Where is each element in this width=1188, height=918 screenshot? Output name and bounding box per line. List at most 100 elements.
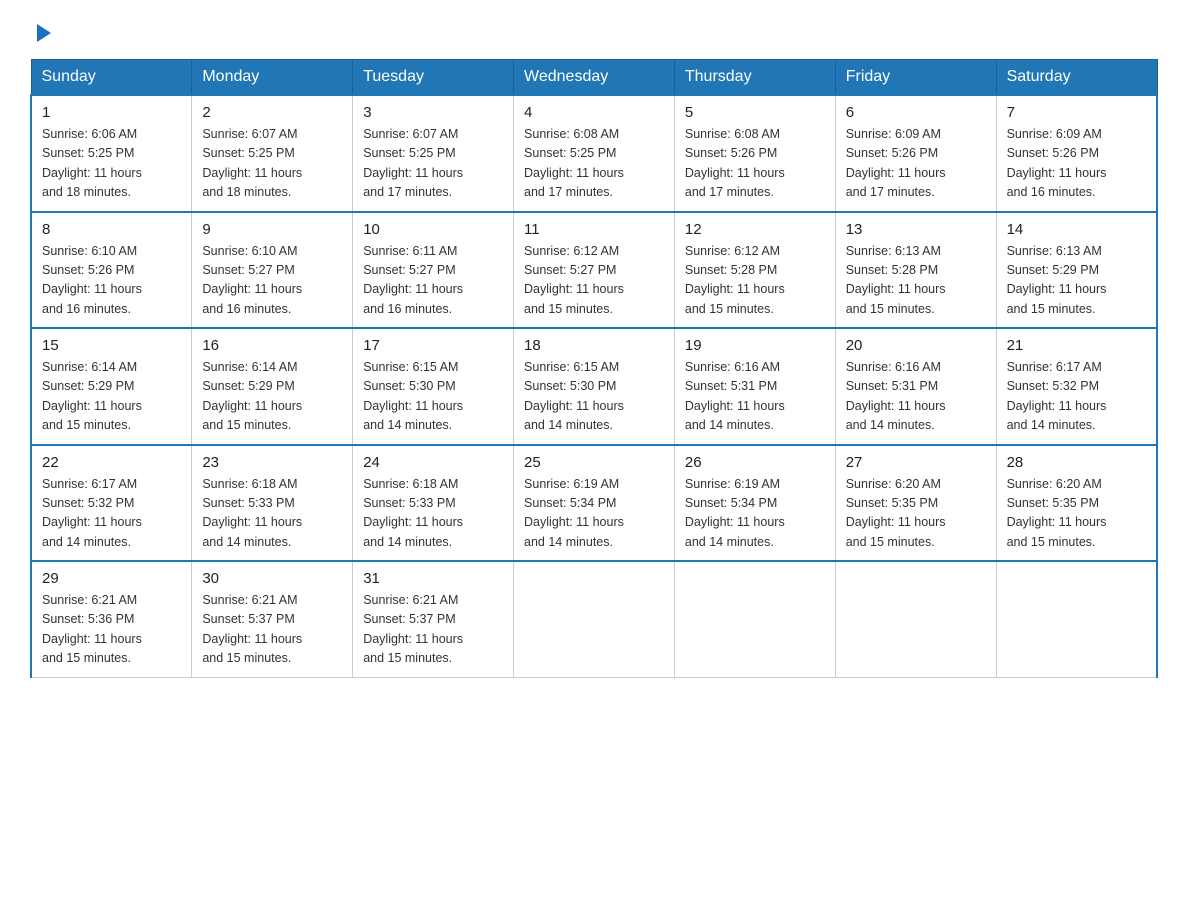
day-cell: 30 Sunrise: 6:21 AMSunset: 5:37 PMDayligh… [192, 561, 353, 677]
day-info: Sunrise: 6:13 AMSunset: 5:28 PMDaylight:… [846, 242, 986, 320]
day-info: Sunrise: 6:19 AMSunset: 5:34 PMDaylight:… [685, 475, 825, 553]
day-cell [514, 561, 675, 677]
week-row-5: 29Sunrise: 6:21 AMSunset: 5:36 PMDayligh… [31, 561, 1157, 677]
day-cell: 12 Sunrise: 6:12 AMSunset: 5:28 PMDayligh… [674, 212, 835, 329]
week-row-2: 8 Sunrise: 6:10 AMSunset: 5:26 PMDaylight… [31, 212, 1157, 329]
day-cell: 2 Sunrise: 6:07 AMSunset: 5:25 PMDaylight… [192, 95, 353, 212]
day-number: 8 [42, 221, 181, 238]
day-number: 9 [202, 221, 342, 238]
day-cell: 21 Sunrise: 6:17 AMSunset: 5:32 PMDayligh… [996, 328, 1157, 445]
day-number: 23 [202, 454, 342, 471]
day-cell: 19 Sunrise: 6:16 AMSunset: 5:31 PMDayligh… [674, 328, 835, 445]
day-cell: 17 Sunrise: 6:15 AMSunset: 5:30 PMDayligh… [353, 328, 514, 445]
day-number: 12 [685, 221, 825, 238]
day-info: Sunrise: 6:13 AMSunset: 5:29 PMDaylight:… [1007, 242, 1146, 320]
day-header-wednesday: Wednesday [514, 60, 675, 96]
day-cell: 8 Sunrise: 6:10 AMSunset: 5:26 PMDaylight… [31, 212, 192, 329]
day-number: 14 [1007, 221, 1146, 238]
day-number: 15 [42, 337, 181, 354]
day-number: 28 [1007, 454, 1146, 471]
day-cell: 26 Sunrise: 6:19 AMSunset: 5:34 PMDayligh… [674, 445, 835, 562]
day-cell: 27Sunrise: 6:20 AMSunset: 5:35 PMDayligh… [835, 445, 996, 562]
day-cell: 4 Sunrise: 6:08 AMSunset: 5:25 PMDaylight… [514, 95, 675, 212]
day-cell: 3Sunrise: 6:07 AMSunset: 5:25 PMDaylight… [353, 95, 514, 212]
day-number: 21 [1007, 337, 1146, 354]
day-info: Sunrise: 6:10 AMSunset: 5:26 PMDaylight:… [42, 242, 181, 320]
day-info: Sunrise: 6:07 AMSunset: 5:25 PMDaylight:… [202, 125, 342, 203]
day-info: Sunrise: 6:21 AMSunset: 5:36 PMDaylight:… [42, 591, 181, 669]
day-info: Sunrise: 6:12 AMSunset: 5:28 PMDaylight:… [685, 242, 825, 320]
day-info: Sunrise: 6:16 AMSunset: 5:31 PMDaylight:… [685, 358, 825, 436]
day-cell: 28Sunrise: 6:20 AMSunset: 5:35 PMDayligh… [996, 445, 1157, 562]
day-info: Sunrise: 6:17 AMSunset: 5:32 PMDaylight:… [42, 475, 181, 553]
day-info: Sunrise: 6:08 AMSunset: 5:26 PMDaylight:… [685, 125, 825, 203]
day-cell: 9 Sunrise: 6:10 AMSunset: 5:27 PMDaylight… [192, 212, 353, 329]
day-header-thursday: Thursday [674, 60, 835, 96]
day-info: Sunrise: 6:21 AMSunset: 5:37 PMDaylight:… [202, 591, 342, 669]
day-info: Sunrise: 6:18 AMSunset: 5:33 PMDaylight:… [363, 475, 503, 553]
day-number: 24 [363, 454, 503, 471]
day-info: Sunrise: 6:17 AMSunset: 5:32 PMDaylight:… [1007, 358, 1146, 436]
day-number: 2 [202, 104, 342, 121]
day-info: Sunrise: 6:09 AMSunset: 5:26 PMDaylight:… [846, 125, 986, 203]
day-number: 11 [524, 221, 664, 238]
day-cell: 1 Sunrise: 6:06 AMSunset: 5:25 PMDaylight… [31, 95, 192, 212]
week-row-4: 22Sunrise: 6:17 AMSunset: 5:32 PMDayligh… [31, 445, 1157, 562]
day-cell: 22Sunrise: 6:17 AMSunset: 5:32 PMDayligh… [31, 445, 192, 562]
day-info: Sunrise: 6:16 AMSunset: 5:31 PMDaylight:… [846, 358, 986, 436]
day-cell [835, 561, 996, 677]
day-header-friday: Friday [835, 60, 996, 96]
day-cell: 20 Sunrise: 6:16 AMSunset: 5:31 PMDayligh… [835, 328, 996, 445]
day-number: 26 [685, 454, 825, 471]
day-info: Sunrise: 6:14 AMSunset: 5:29 PMDaylight:… [42, 358, 181, 436]
day-number: 20 [846, 337, 986, 354]
day-info: Sunrise: 6:06 AMSunset: 5:25 PMDaylight:… [42, 125, 181, 203]
day-cell: 7 Sunrise: 6:09 AMSunset: 5:26 PMDaylight… [996, 95, 1157, 212]
day-cell: 31 Sunrise: 6:21 AMSunset: 5:37 PMDayligh… [353, 561, 514, 677]
day-info: Sunrise: 6:15 AMSunset: 5:30 PMDaylight:… [524, 358, 664, 436]
day-cell [996, 561, 1157, 677]
day-number: 27 [846, 454, 986, 471]
day-cell: 24 Sunrise: 6:18 AMSunset: 5:33 PMDayligh… [353, 445, 514, 562]
day-headers-row: SundayMondayTuesdayWednesdayThursdayFrid… [31, 60, 1157, 96]
day-number: 13 [846, 221, 986, 238]
day-info: Sunrise: 6:21 AMSunset: 5:37 PMDaylight:… [363, 591, 503, 669]
day-number: 16 [202, 337, 342, 354]
day-info: Sunrise: 6:09 AMSunset: 5:26 PMDaylight:… [1007, 125, 1146, 203]
day-info: Sunrise: 6:08 AMSunset: 5:25 PMDaylight:… [524, 125, 664, 203]
logo-arrow-icon [33, 22, 55, 49]
day-number: 31 [363, 570, 503, 587]
day-cell: 6Sunrise: 6:09 AMSunset: 5:26 PMDaylight… [835, 95, 996, 212]
day-number: 7 [1007, 104, 1146, 121]
day-number: 25 [524, 454, 664, 471]
day-cell: 29Sunrise: 6:21 AMSunset: 5:36 PMDayligh… [31, 561, 192, 677]
day-cell: 14 Sunrise: 6:13 AMSunset: 5:29 PMDayligh… [996, 212, 1157, 329]
day-number: 19 [685, 337, 825, 354]
day-cell: 23 Sunrise: 6:18 AMSunset: 5:33 PMDayligh… [192, 445, 353, 562]
day-info: Sunrise: 6:19 AMSunset: 5:34 PMDaylight:… [524, 475, 664, 553]
day-number: 5 [685, 104, 825, 121]
day-info: Sunrise: 6:10 AMSunset: 5:27 PMDaylight:… [202, 242, 342, 320]
day-number: 17 [363, 337, 503, 354]
day-number: 18 [524, 337, 664, 354]
day-cell: 18 Sunrise: 6:15 AMSunset: 5:30 PMDayligh… [514, 328, 675, 445]
day-cell: 15 Sunrise: 6:14 AMSunset: 5:29 PMDayligh… [31, 328, 192, 445]
day-info: Sunrise: 6:14 AMSunset: 5:29 PMDaylight:… [202, 358, 342, 436]
day-info: Sunrise: 6:12 AMSunset: 5:27 PMDaylight:… [524, 242, 664, 320]
day-header-monday: Monday [192, 60, 353, 96]
day-number: 30 [202, 570, 342, 587]
day-cell: 5 Sunrise: 6:08 AMSunset: 5:26 PMDaylight… [674, 95, 835, 212]
day-info: Sunrise: 6:15 AMSunset: 5:30 PMDaylight:… [363, 358, 503, 436]
day-cell: 13 Sunrise: 6:13 AMSunset: 5:28 PMDayligh… [835, 212, 996, 329]
day-number: 4 [524, 104, 664, 121]
day-header-tuesday: Tuesday [353, 60, 514, 96]
day-info: Sunrise: 6:07 AMSunset: 5:25 PMDaylight:… [363, 125, 503, 203]
logo [30, 20, 55, 41]
day-info: Sunrise: 6:18 AMSunset: 5:33 PMDaylight:… [202, 475, 342, 553]
day-number: 1 [42, 104, 181, 121]
week-row-3: 15 Sunrise: 6:14 AMSunset: 5:29 PMDayligh… [31, 328, 1157, 445]
calendar-table: SundayMondayTuesdayWednesdayThursdayFrid… [30, 59, 1158, 678]
week-row-1: 1 Sunrise: 6:06 AMSunset: 5:25 PMDaylight… [31, 95, 1157, 212]
day-cell: 16 Sunrise: 6:14 AMSunset: 5:29 PMDayligh… [192, 328, 353, 445]
day-cell: 10Sunrise: 6:11 AMSunset: 5:27 PMDayligh… [353, 212, 514, 329]
